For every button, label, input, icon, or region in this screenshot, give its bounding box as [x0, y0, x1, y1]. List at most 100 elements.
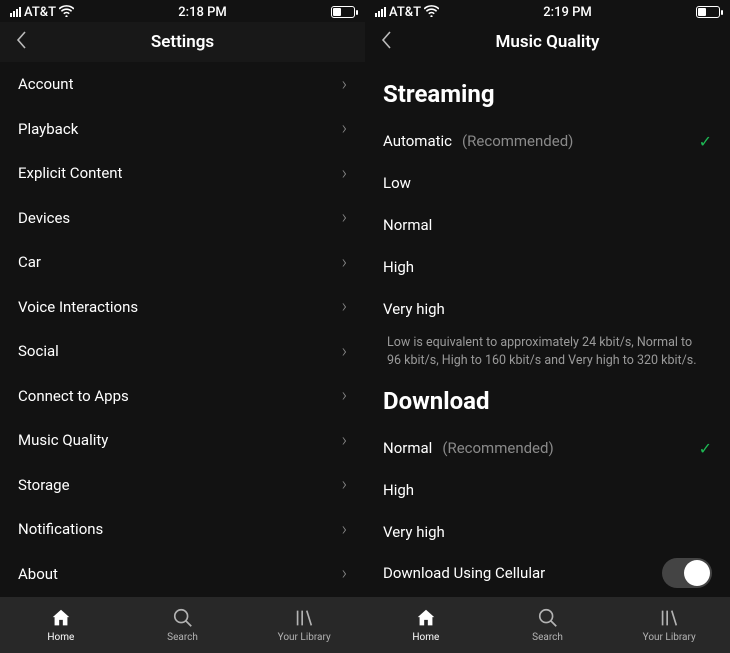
page-title: Music Quality	[496, 32, 600, 52]
wifi-icon	[424, 5, 439, 20]
settings-item-about[interactable]: About ›	[18, 552, 347, 597]
tab-home[interactable]: Home	[0, 597, 122, 653]
wifi-icon	[59, 5, 74, 20]
option-label: High	[383, 258, 414, 276]
settings-item-devices[interactable]: Devices ›	[18, 196, 347, 241]
tab-home[interactable]: Home	[365, 597, 487, 653]
search-icon	[537, 607, 559, 629]
download-option-normal[interactable]: Normal (Recommended) ✓	[383, 427, 712, 469]
library-icon	[293, 607, 315, 629]
settings-item-explicit[interactable]: Explicit Content ›	[18, 151, 347, 196]
tab-search[interactable]: Search	[487, 597, 609, 653]
bottom-nav: Home Search Your Library	[0, 597, 365, 653]
streaming-option-high[interactable]: High	[383, 246, 712, 288]
settings-item-account[interactable]: Account ›	[18, 62, 347, 107]
check-icon: ✓	[699, 439, 712, 458]
page-title: Settings	[151, 32, 214, 52]
tab-label: Home	[412, 632, 439, 643]
item-label: Connect to Apps	[18, 387, 129, 405]
chevron-right-icon: ›	[342, 563, 347, 584]
item-label: Devices	[18, 209, 70, 227]
toggle-label: Download Using Cellular	[383, 564, 545, 582]
chevron-right-icon: ›	[342, 385, 347, 406]
option-label: High	[383, 481, 414, 499]
bottom-nav: Home Search Your Library	[365, 597, 730, 653]
status-bar: AT&T 2:18 PM	[0, 0, 365, 22]
search-icon	[172, 607, 194, 629]
back-button[interactable]	[14, 30, 28, 55]
chevron-right-icon: ›	[342, 118, 347, 139]
item-label: About	[18, 565, 58, 583]
chevron-right-icon: ›	[342, 296, 347, 317]
section-download: Download	[383, 387, 712, 415]
option-suffix: (Recommended)	[462, 132, 573, 150]
tab-library[interactable]: Your Library	[243, 597, 365, 653]
tab-library[interactable]: Your Library	[608, 597, 730, 653]
tab-search[interactable]: Search	[122, 597, 244, 653]
item-label: Music Quality	[18, 431, 108, 449]
settings-item-playback[interactable]: Playback ›	[18, 107, 347, 152]
tab-label: Your Library	[643, 632, 696, 643]
music-quality-screen: AT&T 2:19 PM Music Quality Streaming Aut…	[365, 0, 730, 653]
settings-item-music-quality[interactable]: Music Quality ›	[18, 418, 347, 463]
streaming-option-very-high[interactable]: Very high	[383, 288, 712, 330]
chevron-right-icon: ›	[342, 430, 347, 451]
download-option-high[interactable]: High	[383, 469, 712, 511]
chevron-right-icon: ›	[342, 163, 347, 184]
option-suffix: (Recommended)	[442, 439, 553, 457]
tab-label: Search	[532, 632, 563, 643]
item-label: Explicit Content	[18, 164, 122, 182]
switch[interactable]	[662, 558, 712, 588]
settings-item-connect[interactable]: Connect to Apps ›	[18, 374, 347, 419]
option-label: Very high	[383, 523, 445, 541]
streaming-info: Low is equivalent to approximately 24 kb…	[383, 334, 712, 369]
nav-header: Settings	[0, 22, 365, 62]
settings-item-car[interactable]: Car ›	[18, 240, 347, 285]
back-button[interactable]	[379, 30, 393, 55]
chevron-right-icon: ›	[342, 207, 347, 228]
quality-content[interactable]: Streaming Automatic (Recommended) ✓ Low …	[365, 62, 730, 597]
option-label: Automatic	[383, 132, 452, 150]
download-option-very-high[interactable]: Very high	[383, 511, 712, 553]
battery-icon	[696, 6, 720, 18]
settings-item-notifications[interactable]: Notifications›	[18, 507, 347, 552]
option-label: Normal	[383, 216, 432, 234]
signal-icon	[10, 7, 21, 17]
tab-label: Home	[47, 632, 74, 643]
streaming-option-low[interactable]: Low	[383, 162, 712, 204]
settings-item-voice[interactable]: Voice Interactions ›	[18, 285, 347, 330]
time-label: 2:19 PM	[543, 5, 592, 20]
settings-list[interactable]: Account › Playback › Explicit Content › Dev…	[0, 62, 365, 597]
download-cellular-toggle[interactable]: Download Using Cellular	[383, 553, 712, 593]
carrier-label: AT&T	[24, 5, 56, 20]
tab-label: Your Library	[278, 632, 331, 643]
tab-label: Search	[167, 632, 198, 643]
home-icon	[50, 607, 72, 629]
item-label: Playback	[18, 120, 78, 138]
option-label: Very high	[383, 300, 445, 318]
signal-icon	[375, 7, 386, 17]
item-label: Car	[18, 253, 41, 271]
item-label: Account	[18, 75, 74, 93]
carrier-label: AT&T	[389, 5, 421, 20]
option-label: Normal	[383, 439, 432, 457]
home-icon	[415, 607, 437, 629]
chevron-right-icon: ›	[342, 519, 347, 540]
item-label: Social	[18, 342, 59, 360]
check-icon: ✓	[699, 132, 712, 151]
settings-item-storage[interactable]: Storage ›	[18, 463, 347, 508]
streaming-option-normal[interactable]: Normal	[383, 204, 712, 246]
chevron-right-icon: ›	[342, 341, 347, 362]
chevron-right-icon: ›	[342, 474, 347, 495]
section-streaming: Streaming	[383, 80, 712, 108]
time-label: 2:18 PM	[178, 5, 227, 20]
item-label: Voice Interactions	[18, 298, 138, 316]
chevron-right-icon: ›	[342, 74, 347, 95]
chevron-right-icon: ›	[342, 252, 347, 273]
streaming-option-automatic[interactable]: Automatic (Recommended) ✓	[383, 120, 712, 162]
switch-knob	[684, 560, 710, 586]
item-label: Storage	[18, 476, 70, 494]
option-label: Low	[383, 174, 411, 192]
nav-header: Music Quality	[365, 22, 730, 62]
settings-item-social[interactable]: Social ›	[18, 329, 347, 374]
